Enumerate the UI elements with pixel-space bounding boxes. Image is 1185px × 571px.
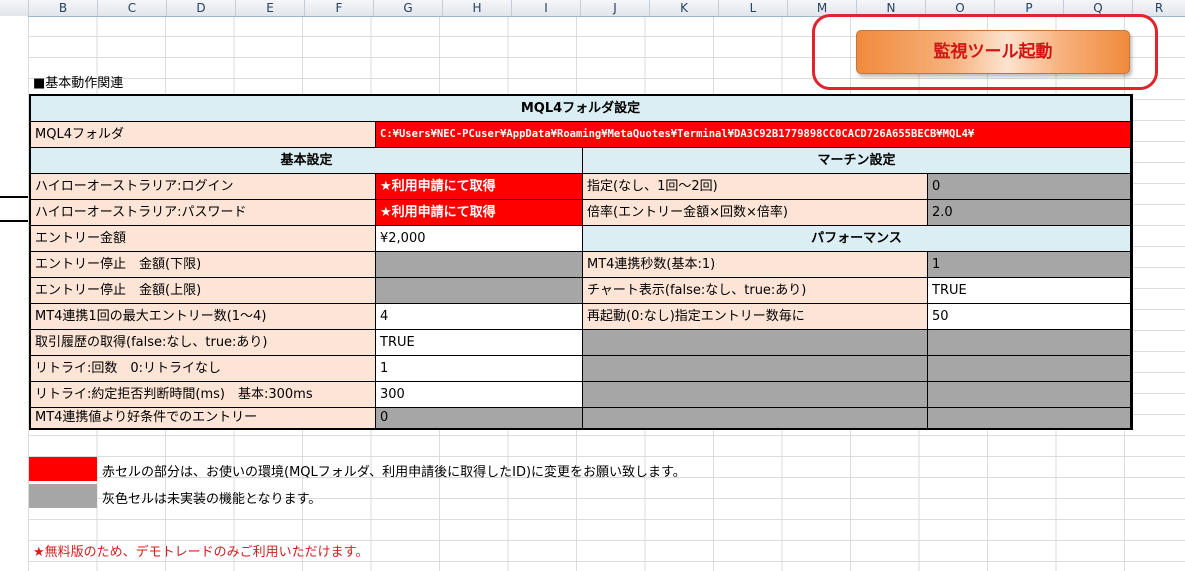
mql4-folder-label: MQL4フォルダ (31, 122, 376, 148)
restart-count-cell[interactable]: 50 (928, 304, 1131, 330)
retry-count-cell[interactable]: 1 (376, 356, 583, 382)
select-all-corner[interactable] (0, 0, 29, 16)
basic-row-label: エントリー停止 金額(下限) (31, 252, 376, 278)
launch-monitor-button[interactable]: 監視ツール起動 (856, 30, 1130, 74)
basic-row-label: エントリー金額 (31, 226, 376, 252)
stop-amount-upper-cell[interactable] (376, 278, 583, 304)
empty-gray-cell (583, 382, 928, 408)
empty-gray-cell (928, 330, 1131, 356)
legend-gray-swatch (29, 484, 97, 508)
basic-row-label: リトライ:約定拒否判断時間(ms) 基本:300ms (31, 382, 376, 408)
entry-amount-cell[interactable]: ¥2,000 (376, 226, 583, 252)
settings-table: MQL4フォルダ設定 MQL4フォルダ C:¥Users¥NEC-PCuser¥… (29, 94, 1133, 430)
legend-gray-text: 灰色セルは未実装の機能となります。 (102, 492, 322, 507)
column-header[interactable]: L (719, 0, 788, 16)
trade-history-cell[interactable]: TRUE (376, 330, 583, 356)
mql4-header: MQL4フォルダ設定 (31, 96, 1131, 122)
martin-count-cell[interactable]: 0 (928, 174, 1131, 200)
legend-red-swatch (29, 457, 97, 481)
row-selection-mark (0, 220, 28, 222)
row-selection-mark (0, 196, 28, 198)
mt4-seconds-cell[interactable]: 1 (928, 252, 1131, 278)
section-caption: ■基本動作関連 (33, 76, 124, 91)
empty-gray-cell (583, 408, 928, 428)
performance-header: パフォーマンス (583, 226, 1131, 252)
stop-amount-lower-cell[interactable] (376, 252, 583, 278)
column-header[interactable]: G (374, 0, 443, 16)
martin-rate-cell[interactable]: 2.0 (928, 200, 1131, 226)
basic-row-label: MT4連携値より好条件でのエントリー (31, 408, 376, 428)
empty-gray-cell (928, 382, 1131, 408)
row-header-area (0, 16, 28, 571)
password-value-cell[interactable]: ★利用申請にて取得 (376, 200, 583, 226)
empty-gray-cell (928, 356, 1131, 382)
legend-red-text: 赤セルの部分は、お使いの環境(MQLフォルダ、利用申請後に取得したID)に変更を… (102, 465, 686, 480)
column-header[interactable]: F (305, 0, 374, 16)
column-header[interactable]: K (650, 0, 719, 16)
chart-display-cell[interactable]: TRUE (928, 278, 1131, 304)
column-header[interactable]: C (98, 0, 167, 16)
basic-settings-header: 基本設定 (31, 148, 583, 174)
column-header[interactable]: B (29, 0, 98, 16)
basic-row-label: リトライ:回数 0:リトライなし (31, 356, 376, 382)
mql4-folder-path-cell[interactable]: C:¥Users¥NEC-PCuser¥AppData¥Roaming¥Meta… (376, 122, 1131, 148)
basic-row-label: MT4連携1回の最大エントリー数(1〜4) (31, 304, 376, 330)
column-header[interactable]: H (443, 0, 512, 16)
basic-row-label: エントリー停止 金額(上限) (31, 278, 376, 304)
basic-row-label: 取引履歴の取得(false:なし、true:あり) (31, 330, 376, 356)
performance-row-label: チャート表示(false:なし、true:あり) (583, 278, 928, 304)
empty-gray-cell (928, 408, 1131, 428)
column-header[interactable]: I (512, 0, 581, 16)
martin-settings-header: マーチン設定 (583, 148, 1131, 174)
empty-gray-cell (583, 330, 928, 356)
column-header[interactable]: E (236, 0, 305, 16)
column-header[interactable]: D (167, 0, 236, 16)
free-version-note: ★無料版のため、デモトレードのみご利用いただけます。 (33, 545, 369, 560)
performance-row-label: MT4連携秒数(基本:1) (583, 252, 928, 278)
performance-row-label: 再起動(0:なし)指定エントリー数毎に (583, 304, 928, 330)
max-entries-cell[interactable]: 4 (376, 304, 583, 330)
empty-gray-cell (583, 356, 928, 382)
martin-row-label: 倍率(エントリー金額×回数×倍率) (583, 200, 928, 226)
retry-time-cell[interactable]: 300 (376, 382, 583, 408)
basic-row-label: ハイローオーストラリア:パスワード (31, 200, 376, 226)
basic-row-label: ハイローオーストラリア:ログイン (31, 174, 376, 200)
column-header[interactable]: J (581, 0, 650, 16)
better-entry-cell[interactable]: 0 (376, 408, 583, 428)
login-value-cell[interactable]: ★利用申請にて取得 (376, 174, 583, 200)
martin-row-label: 指定(なし、1回〜2回) (583, 174, 928, 200)
